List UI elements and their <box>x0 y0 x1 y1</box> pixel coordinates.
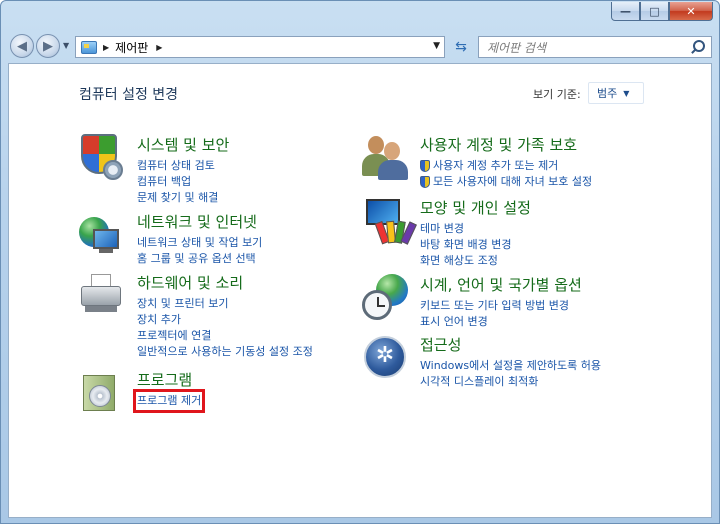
link-display-language[interactable]: 표시 언어 변경 <box>420 314 569 330</box>
page-title: 컴퓨터 설정 변경 <box>79 87 179 103</box>
link-network-status[interactable]: 네트워크 상태 및 작업 보기 <box>137 235 262 251</box>
link-parental-controls[interactable]: 모든 사용자에 대해 자녀 보호 설정 <box>420 174 592 190</box>
chevron-down-icon: ▼ <box>623 88 630 98</box>
link-add-remove-accounts[interactable]: 사용자 계정 추가 또는 제거 <box>420 158 592 174</box>
forward-button[interactable]: ▶ <box>36 34 60 58</box>
accessibility-icon[interactable]: ✲ <box>362 334 410 382</box>
search-box[interactable]: 제어판 검색 <box>478 36 712 58</box>
link-mobility-settings[interactable]: 일반적으로 사용하는 기동성 설정 조정 <box>137 344 313 360</box>
category-title[interactable]: 하드웨어 및 소리 <box>137 272 243 293</box>
view-by-dropdown[interactable]: 범주 ▼ <box>588 82 644 104</box>
link-desktop-background[interactable]: 바탕 화면 배경 변경 <box>420 237 511 253</box>
back-button[interactable]: ◀ <box>10 34 34 58</box>
category-title[interactable]: 모양 및 개인 설정 <box>420 197 531 218</box>
address-dropdown-button[interactable]: ▼ <box>433 41 440 51</box>
link-homegroup[interactable]: 홈 그룹 및 공유 옵션 선택 <box>137 251 262 267</box>
link-projector[interactable]: 프로젝터에 연결 <box>137 328 313 344</box>
link-label: 모든 사용자에 대해 자녀 보호 설정 <box>433 175 593 188</box>
link-keyboard-input[interactable]: 키보드 또는 기타 입력 방법 변경 <box>420 298 569 314</box>
users-icon[interactable] <box>362 134 410 182</box>
close-button[interactable]: ✕ <box>669 2 713 21</box>
control-panel-icon <box>81 40 97 54</box>
category-title[interactable]: 사용자 계정 및 가족 보호 <box>420 134 577 155</box>
recent-pages-dropdown[interactable]: ▼ <box>63 41 69 50</box>
window-controls: — □ ✕ <box>611 2 713 21</box>
address-bar[interactable]: ▶ 제어판 ▶ ▼ <box>75 36 445 58</box>
link-optimize-display[interactable]: 시각적 디스플레이 최적화 <box>420 374 601 390</box>
control-panel-window: — □ ✕ ◀ ▶ ▼ ▶ 제어판 ▶ ▼ ⇆ 제어판 검색 컴퓨터 설정 변경… <box>0 0 720 524</box>
link-label: 사용자 계정 추가 또는 제거 <box>433 159 559 172</box>
refresh-button[interactable]: ⇆ <box>448 36 474 58</box>
navigation-bar: ◀ ▶ ▼ ▶ 제어판 ▶ ▼ ⇆ 제어판 검색 <box>1 31 719 63</box>
link-troubleshoot[interactable]: 문제 찾기 및 해결 <box>137 190 218 206</box>
shield-icon[interactable] <box>79 134 127 182</box>
category-title[interactable]: 접근성 <box>420 334 461 355</box>
uac-shield-icon <box>420 160 430 172</box>
link-backup[interactable]: 컴퓨터 백업 <box>137 174 218 190</box>
clock-globe-icon[interactable] <box>362 274 410 322</box>
link-review-status[interactable]: 컴퓨터 상태 검토 <box>137 158 218 174</box>
search-icon[interactable] <box>689 39 705 55</box>
link-devices-printers[interactable]: 장치 및 프린터 보기 <box>137 296 313 312</box>
view-by-value: 범주 <box>597 87 618 100</box>
content-pane: 컴퓨터 설정 변경 보기 기준: 범주 ▼ 시스템 및 보안 컴퓨터 상태 검토… <box>8 63 712 518</box>
category-title[interactable]: 프로그램 <box>137 369 192 390</box>
link-add-device[interactable]: 장치 추가 <box>137 312 313 328</box>
minimize-button[interactable]: — <box>611 2 640 21</box>
breadcrumb-separator[interactable]: ▶ <box>103 43 109 52</box>
link-suggest-settings[interactable]: Windows에서 설정을 제안하도록 허용 <box>420 358 601 374</box>
link-uninstall-program[interactable]: 프로그램 제거 <box>132 389 206 413</box>
view-by-label: 보기 기준: <box>533 88 581 101</box>
category-title[interactable]: 시계, 언어 및 국가별 옵션 <box>420 274 582 295</box>
maximize-button[interactable]: □ <box>640 2 669 21</box>
programs-icon[interactable] <box>79 369 127 417</box>
category-title[interactable]: 시스템 및 보안 <box>137 134 229 155</box>
breadcrumb-control-panel[interactable]: 제어판 <box>115 39 148 56</box>
personalization-icon[interactable] <box>362 197 417 245</box>
network-icon[interactable] <box>79 211 127 259</box>
uac-shield-icon <box>420 176 430 188</box>
link-screen-resolution[interactable]: 화면 해상도 조정 <box>420 253 511 269</box>
search-input[interactable]: 제어판 검색 <box>487 39 689 56</box>
printer-icon[interactable] <box>79 272 127 320</box>
breadcrumb-separator[interactable]: ▶ <box>156 43 162 52</box>
link-change-theme[interactable]: 테마 변경 <box>420 221 511 237</box>
title-bar[interactable]: — □ ✕ <box>1 1 719 31</box>
category-title[interactable]: 네트워크 및 인터넷 <box>137 211 257 232</box>
